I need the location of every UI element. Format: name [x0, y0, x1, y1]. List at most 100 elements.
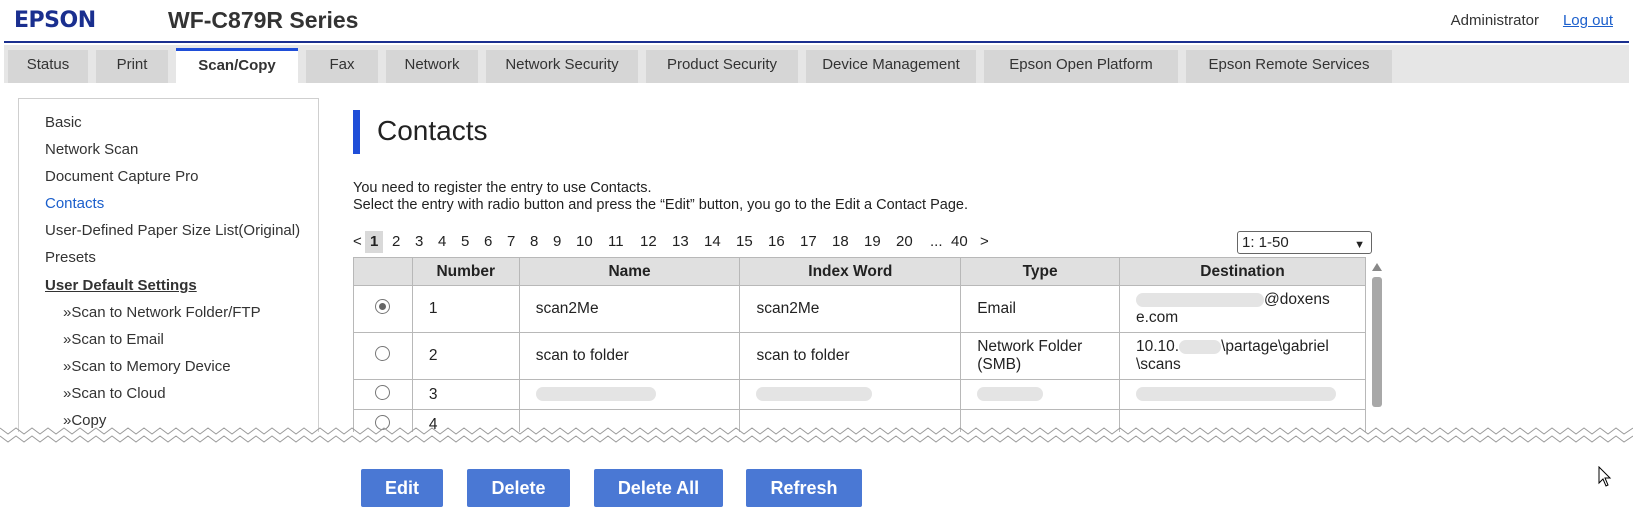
printer-model-title: WF-C879R Series: [168, 7, 359, 33]
sidebar-item-basic[interactable]: Basic: [45, 114, 82, 131]
column-header-name: Name: [518, 257, 741, 286]
tab-network-security[interactable]: Network Security: [486, 50, 638, 83]
sidebar-item-presets[interactable]: Presets: [45, 249, 96, 266]
table-row: 3: [353, 379, 1366, 410]
index-word-cell: scan2Me: [739, 285, 962, 333]
index-word-cell: scan to folder: [739, 332, 962, 380]
type-cell: Network Folder (SMB): [960, 332, 1120, 380]
mouse-pointer-icon: [1598, 466, 1612, 487]
sidebar-item-scan-to-network-folder[interactable]: »Scan to Network Folder/FTP: [63, 304, 261, 321]
scroll-thumb[interactable]: [1372, 277, 1382, 407]
pager-page-18[interactable]: 18: [832, 231, 849, 253]
pager-page-2[interactable]: 2: [392, 231, 400, 253]
tab-scan-copy[interactable]: Scan/Copy: [176, 48, 298, 83]
refresh-button[interactable]: Refresh: [746, 469, 862, 507]
sidebar-heading-user-default-settings: User Default Settings: [45, 277, 197, 294]
pager-page-14[interactable]: 14: [704, 231, 721, 253]
pager-ellipsis: ...: [930, 233, 943, 250]
row-select-cell: [353, 285, 413, 333]
destination-cell: @doxens e.com: [1119, 285, 1366, 333]
redacted-text: [1136, 387, 1336, 402]
pager-page-20[interactable]: 20: [896, 231, 913, 253]
pager-page-1[interactable]: 1: [365, 231, 384, 253]
column-header-index-word: Index Word: [739, 257, 962, 286]
pager-page-4[interactable]: 4: [438, 231, 446, 253]
destination-line-1a: 10.10.: [1136, 338, 1180, 355]
name-cell: [518, 379, 741, 410]
torn-edge-divider: [0, 427, 1633, 452]
tab-print[interactable]: Print: [96, 50, 168, 83]
redacted-text: [756, 387, 873, 402]
type-cell: [960, 379, 1120, 410]
destination-cell: [1119, 379, 1366, 410]
delete-button[interactable]: Delete: [467, 469, 570, 507]
column-header-destination: Destination: [1119, 257, 1366, 286]
table-header-row: Number Name Index Word Type Destination: [353, 257, 1366, 286]
type-line-1: Network Folder: [977, 338, 1083, 355]
pager-page-9[interactable]: 9: [553, 231, 561, 253]
destination-line-1: @doxens: [1264, 291, 1330, 308]
table-row: 2 scan to folder scan to folder Network …: [353, 332, 1366, 380]
pager-page-17[interactable]: 17: [800, 231, 817, 253]
row-radio[interactable]: [375, 346, 391, 361]
edit-button[interactable]: Edit: [361, 469, 443, 507]
pager-page-15[interactable]: 15: [736, 231, 753, 253]
sidebar-item-scan-to-memory-device[interactable]: »Scan to Memory Device: [63, 358, 231, 375]
page-title: Contacts: [377, 115, 488, 146]
type-line-2: (SMB): [977, 356, 1022, 373]
tab-product-security[interactable]: Product Security: [646, 50, 798, 83]
sidebar-item-document-capture-pro[interactable]: Document Capture Pro: [45, 168, 198, 185]
sidebar-item-network-scan[interactable]: Network Scan: [45, 141, 138, 158]
tab-epson-remote-services[interactable]: Epson Remote Services: [1186, 50, 1392, 83]
user-label: Administrator: [1450, 12, 1539, 29]
pager-page-6[interactable]: 6: [484, 231, 492, 253]
tab-device-management[interactable]: Device Management: [806, 50, 976, 83]
destination-line-1b: \partage\gabriel: [1221, 338, 1329, 355]
column-header-type: Type: [960, 257, 1120, 286]
tab-epson-open-platform[interactable]: Epson Open Platform: [984, 50, 1178, 83]
description-line-2: Select the entry with radio button and p…: [353, 197, 969, 213]
redacted-text: [977, 387, 1044, 402]
tab-bar: Status Print Scan/Copy Fax Network Netwo…: [4, 45, 1629, 83]
range-select[interactable]: 1: 1-50 ▼: [1237, 231, 1372, 254]
delete-all-button[interactable]: Delete All: [594, 469, 723, 507]
pager-page-12[interactable]: 12: [640, 231, 657, 253]
column-header-select: [353, 257, 413, 286]
row-select-cell: [353, 332, 413, 380]
destination-cell: 10.10. \partage\gabriel \scans: [1119, 332, 1366, 380]
tab-network[interactable]: Network: [386, 50, 478, 83]
destination-line-2: \scans: [1136, 356, 1181, 373]
number-cell: 1: [411, 285, 520, 333]
scroll-up-arrow-icon[interactable]: [1372, 263, 1382, 271]
index-word-cell: [739, 379, 962, 410]
tab-status[interactable]: Status: [8, 50, 88, 83]
name-cell: scan to folder: [518, 332, 741, 380]
pager-page-13[interactable]: 13: [672, 231, 689, 253]
sidebar-item-scan-to-cloud[interactable]: »Scan to Cloud: [63, 385, 166, 402]
pager-page-19[interactable]: 19: [864, 231, 881, 253]
title-accent-bar: [353, 110, 360, 154]
epson-logo: EPSON: [14, 8, 96, 33]
sidebar: Basic Network Scan Document Capture Pro …: [18, 98, 319, 438]
tab-fax[interactable]: Fax: [306, 50, 378, 83]
pager-page-3[interactable]: 3: [415, 231, 423, 253]
description-line-1: You need to register the entry to use Co…: [353, 180, 652, 196]
pager-page-5[interactable]: 5: [461, 231, 469, 253]
pager-page-16[interactable]: 16: [768, 231, 785, 253]
type-cell: Email: [960, 285, 1120, 333]
destination-line-2: e.com: [1136, 309, 1179, 326]
sidebar-item-contacts[interactable]: Contacts: [45, 195, 104, 212]
pager-page-8[interactable]: 8: [530, 231, 538, 253]
pager-page-40[interactable]: 40: [951, 231, 968, 253]
pager-prev[interactable]: <: [353, 231, 362, 253]
pager-next[interactable]: >: [980, 231, 989, 253]
logout-link[interactable]: Log out: [1563, 12, 1613, 29]
pager-page-11[interactable]: 11: [608, 231, 624, 253]
table-scrollbar[interactable]: [1371, 263, 1383, 413]
row-radio[interactable]: [375, 384, 391, 400]
pager-page-7[interactable]: 7: [507, 231, 515, 253]
sidebar-item-scan-to-email[interactable]: »Scan to Email: [63, 331, 164, 348]
pager-page-10[interactable]: 10: [576, 231, 593, 253]
row-radio[interactable]: [375, 299, 391, 314]
sidebar-item-user-defined-paper-size[interactable]: User-Defined Paper Size List(Original): [45, 222, 300, 239]
